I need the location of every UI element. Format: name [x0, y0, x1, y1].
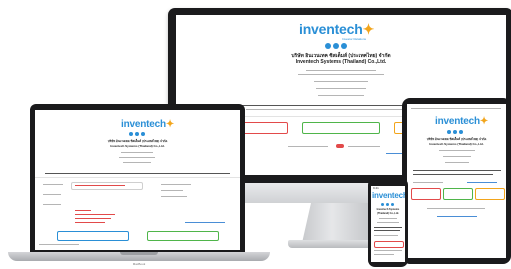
macbook-notch: [120, 252, 158, 255]
macbook-logo: inventech✦: [121, 119, 175, 130]
macbook-error-line: [75, 222, 105, 223]
imac-flag-icon: [336, 144, 344, 148]
language-icon[interactable]: [135, 132, 139, 136]
macbook-screen: inventech✦ บริษัท อินเวนเทค ซิสเต็มส์ (ป…: [35, 110, 240, 250]
macbook-form-label: [43, 184, 63, 185]
ipad-text-line: [439, 150, 475, 151]
home-icon[interactable]: [325, 43, 331, 49]
ipad-title-en: Inventech Systems (Thailand) Co.,Ltd.: [429, 142, 484, 146]
macbook-form-label: [43, 194, 61, 195]
imac-text-line: [348, 146, 380, 147]
spark-icon: ✦: [165, 119, 175, 130]
ipad-text-line: [413, 174, 493, 175]
imac-text-line: [316, 88, 366, 89]
spark-icon: ✦: [479, 116, 489, 127]
macbook-text-line: [121, 152, 153, 153]
ipad-logo: inventech✦: [435, 116, 489, 127]
iphone-text-line: [374, 250, 402, 251]
iphone-text-line: [379, 218, 397, 219]
macbook-form-label: [43, 204, 61, 205]
ipad-link-line[interactable]: [467, 182, 497, 183]
imac-text-line: [288, 146, 328, 147]
macbook-error-line: [75, 218, 111, 219]
imac-text-line: [318, 95, 364, 96]
imac-icon-row: [325, 43, 347, 49]
language-icon[interactable]: [453, 130, 457, 134]
imac-green-button[interactable]: [302, 122, 380, 134]
ipad-screen: inventech✦ บริษัท อินเวนเทค ซิสเต็มส์ (ป…: [407, 104, 506, 258]
ipad-red-button[interactable]: [411, 188, 441, 200]
macbook-text-line: [161, 184, 191, 185]
macbook-text-line: [161, 196, 187, 197]
ipad-text-line: [445, 162, 469, 163]
iphone-title-line-2: (Thailand) Co.,Ltd.: [377, 212, 399, 215]
macbook-text-line: [119, 157, 155, 158]
iphone-text-line: [374, 254, 394, 255]
iphone-screen: 9:41 inventech Inventech Systems (Thaila…: [371, 186, 405, 262]
ipad-green-button[interactable]: [443, 188, 473, 200]
spark-icon: ✦: [362, 21, 375, 37]
imac-text-line: [298, 74, 384, 75]
macbook-error-line: [75, 210, 91, 211]
ipad-text-line: [413, 170, 501, 171]
imac-stand: [302, 203, 377, 243]
ipad-text-line: [443, 156, 471, 157]
macbook-text-line: [45, 173, 230, 174]
macbook-text-line: [161, 190, 183, 191]
macbook-error-line: [75, 214, 115, 215]
home-icon[interactable]: [129, 132, 133, 136]
macbook-green-button[interactable]: [147, 231, 219, 241]
imac-logo: inventech✦: [299, 21, 375, 37]
iphone-title-line-1: Inventech Systems: [376, 208, 400, 211]
imac-text-line: [306, 70, 376, 71]
iphone-status-time: 9:41: [373, 186, 379, 190]
ipad-text-line: [427, 208, 485, 209]
imac-title-en: Inventech Systems (Thailand) Co.,Ltd.: [295, 59, 387, 65]
help-icon[interactable]: [459, 130, 463, 134]
imac-logo-subtitle: Investor Relations: [342, 37, 367, 41]
macbook-brand-label: MacBook: [132, 262, 146, 266]
help-icon[interactable]: [341, 43, 347, 49]
macbook-blue-button[interactable]: [57, 231, 129, 241]
iphone-logo: inventech: [372, 191, 405, 200]
language-icon[interactable]: [333, 43, 339, 49]
iphone-text-line: [374, 227, 402, 228]
ipad-orange-button[interactable]: [475, 188, 505, 200]
iphone-text-line: [377, 222, 399, 223]
macbook-divider: [35, 177, 240, 178]
macbook-icon-row: [129, 132, 145, 136]
home-icon[interactable]: [447, 130, 451, 134]
macbook-title-en: Inventech Systems (Thailand) Co.,Ltd.: [110, 144, 165, 148]
macbook-input-field[interactable]: [71, 182, 143, 190]
imac-text-line: [314, 81, 368, 82]
iphone-red-button[interactable]: [374, 241, 404, 248]
macbook-text-line: [123, 162, 151, 163]
language-icon[interactable]: [386, 203, 389, 206]
help-icon[interactable]: [141, 132, 145, 136]
iphone-text-line: [374, 235, 398, 236]
home-icon[interactable]: [381, 203, 384, 206]
ipad-link-line[interactable]: [437, 216, 477, 217]
iphone-text-line: [374, 230, 400, 231]
iphone-icon-row: [381, 203, 394, 206]
ipad-text-line: [413, 182, 443, 183]
macbook-error-line: [75, 185, 125, 186]
macbook-footer-line: [39, 244, 79, 245]
help-icon[interactable]: [391, 203, 394, 206]
ipad-header-line: [411, 108, 501, 109]
ipad-icon-row: [447, 130, 463, 134]
macbook-link-line[interactable]: [185, 222, 225, 223]
